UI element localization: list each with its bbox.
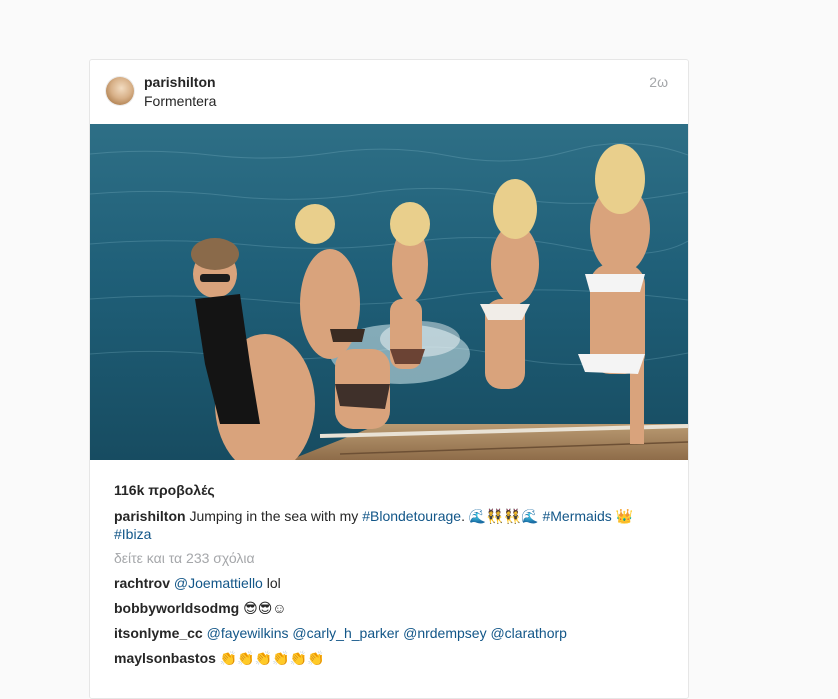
comment-username-link[interactable]: itsonlyme_cc bbox=[114, 625, 203, 641]
caption-username-link[interactable]: parishilton bbox=[114, 508, 186, 524]
hashtag-mermaids[interactable]: #Mermaids bbox=[542, 508, 611, 524]
view-all-comments-link[interactable]: δείτε και τα 233 σχόλια bbox=[114, 550, 255, 566]
post-timestamp[interactable]: 2ω bbox=[649, 74, 668, 90]
comment-mention-link[interactable]: @clarathorp bbox=[490, 625, 566, 641]
comment-username-link[interactable]: bobbyworldsodmg bbox=[114, 600, 239, 616]
comment-mention-link[interactable]: @carly_h_parker bbox=[292, 625, 399, 641]
comment: bobbyworldsodmg 😎😎☺ bbox=[114, 600, 287, 617]
comment-mention-link[interactable]: @nrdempsey bbox=[403, 625, 486, 641]
hashtag-blondetourage[interactable]: #Blondetourage bbox=[362, 508, 461, 524]
comment-text: 👏👏👏👏👏👏 bbox=[219, 650, 325, 666]
comment-username-link[interactable]: maylsonbastos bbox=[114, 650, 216, 666]
post-header: parishilton Formentera 2ω bbox=[90, 60, 688, 124]
post-username-link[interactable]: parishilton bbox=[144, 74, 216, 90]
avatar[interactable] bbox=[106, 77, 134, 105]
caption-text: Jumping in the sea with my bbox=[189, 508, 359, 524]
comment-mention-link[interactable]: @Joemattiello bbox=[174, 575, 263, 591]
video-frame bbox=[90, 124, 688, 460]
post-location-link[interactable]: Formentera bbox=[144, 93, 216, 109]
comment-mention-link[interactable]: @fayewilkins bbox=[207, 625, 289, 641]
comment: rachtrov @Joemattiello lol bbox=[114, 575, 281, 591]
comment: maylsonbastos 👏👏👏👏👏👏 bbox=[114, 650, 324, 667]
hashtag-ibiza[interactable]: #Ibiza bbox=[114, 526, 151, 542]
view-count: 116k προβολές bbox=[114, 482, 215, 498]
post-card: parishilton Formentera 2ω 116k προβολές … bbox=[89, 59, 689, 699]
comment: itsonlyme_cc @fayewilkins @carly_h_parke… bbox=[114, 625, 567, 641]
comment-username-link[interactable]: rachtrov bbox=[114, 575, 170, 591]
comment-text: lol bbox=[266, 575, 281, 591]
crown-emoji: 👑 bbox=[615, 508, 634, 524]
caption-emoji-text: . 🌊👯👯🌊 bbox=[461, 508, 539, 524]
caption: parishilton Jumping in the sea with my #… bbox=[114, 507, 666, 543]
comment-text: 😎😎☺ bbox=[243, 600, 287, 616]
post-video[interactable] bbox=[90, 124, 688, 460]
